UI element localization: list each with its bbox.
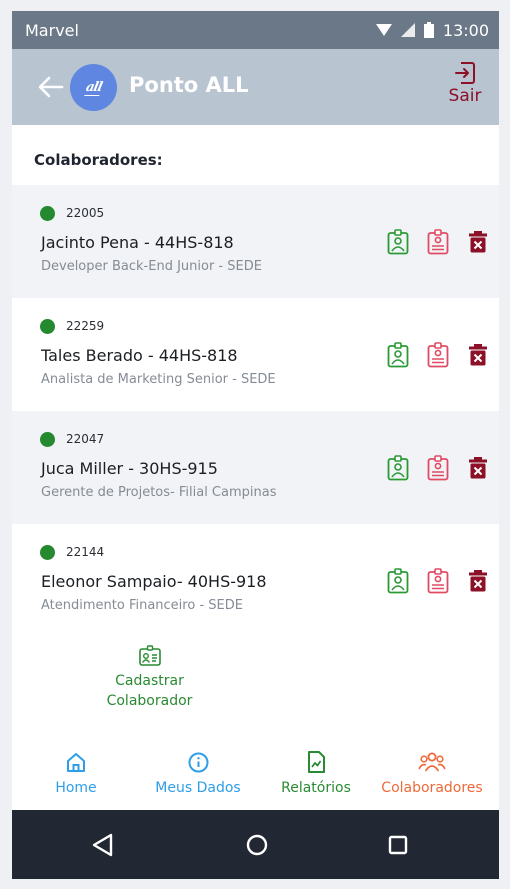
- info-icon: [188, 752, 208, 773]
- row-actions: [387, 229, 489, 255]
- badge-report-icon[interactable]: [427, 229, 449, 255]
- employee-list: 22005 Jacinto Pena - 44HS-818 Developer …: [12, 185, 499, 637]
- row-actions: [387, 455, 489, 481]
- employee-id: 22005: [66, 206, 105, 220]
- row-actions: [387, 568, 489, 594]
- wifi-icon: [375, 24, 392, 36]
- system-navigation-bar: [12, 810, 499, 879]
- phone-screen: Marvel 13:00 all Ponto ALL Sair Colabora…: [12, 11, 499, 879]
- employee-role: Analista de Marketing Senior - SEDE: [41, 372, 276, 387]
- status-bar: Marvel 13:00: [12, 11, 499, 49]
- employee-name: Juca Miller - 30HS-915: [41, 459, 218, 478]
- online-status-dot: [40, 432, 55, 447]
- online-status-dot: [40, 319, 55, 334]
- employee-role: Atendimento Financeiro - SEDE: [41, 598, 243, 613]
- nav-meus-dados-label: Meus Dados: [155, 780, 241, 796]
- id-card-add-icon: [138, 645, 161, 666]
- status-indicators: 13:00: [375, 20, 489, 40]
- bottom-navigation: Home Meus Dados Relatórios Colaboradores: [12, 737, 499, 809]
- employee-name: Tales Berado - 44HS-818: [41, 346, 238, 365]
- online-status-dot: [40, 206, 55, 221]
- app-title: Ponto ALL: [129, 73, 249, 97]
- online-status-dot: [40, 545, 55, 560]
- trash-icon[interactable]: [467, 568, 489, 594]
- logo-text: all: [84, 79, 103, 96]
- badge-edit-icon[interactable]: [387, 342, 409, 368]
- employee-row[interactable]: 22005 Jacinto Pena - 44HS-818 Developer …: [12, 185, 499, 298]
- logout-button[interactable]: Sair: [443, 62, 487, 114]
- row-actions: [387, 342, 489, 368]
- file-chart-icon: [308, 751, 325, 773]
- users-icon: [418, 752, 446, 772]
- employee-id: 22259: [66, 319, 105, 333]
- employee-row[interactable]: 22047 Juca Miller - 30HS-915 Gerente de …: [12, 411, 499, 524]
- nav-home[interactable]: Home: [46, 737, 106, 796]
- home-circle-icon[interactable]: [244, 832, 270, 858]
- employee-role: Developer Back-End Junior - SEDE: [41, 259, 262, 274]
- employee-id: 22047: [66, 432, 105, 446]
- add-collaborator-line1: Cadastrar: [115, 673, 184, 689]
- recents-square-icon[interactable]: [385, 832, 411, 858]
- badge-edit-icon[interactable]: [387, 229, 409, 255]
- badge-report-icon[interactable]: [427, 455, 449, 481]
- badge-report-icon[interactable]: [427, 342, 449, 368]
- signal-icon: [400, 23, 415, 37]
- trash-icon[interactable]: [467, 455, 489, 481]
- trash-icon[interactable]: [467, 229, 489, 255]
- employee-name: Eleonor Sampaio- 40HS-918: [41, 572, 267, 591]
- add-collaborator-line2: Colaborador: [106, 693, 193, 709]
- badge-report-icon[interactable]: [427, 568, 449, 594]
- trash-icon[interactable]: [467, 342, 489, 368]
- battery-icon: [423, 22, 434, 38]
- badge-edit-icon[interactable]: [387, 455, 409, 481]
- employee-id: 22144: [66, 545, 105, 559]
- section-title: Colaboradores:: [34, 151, 163, 169]
- nav-relatorios[interactable]: Relatórios: [276, 737, 356, 796]
- home-icon: [67, 753, 85, 772]
- employee-role: Gerente de Projetos- Filial Campinas: [41, 485, 277, 500]
- badge-edit-icon[interactable]: [387, 568, 409, 594]
- app-bar: all Ponto ALL Sair: [12, 49, 499, 125]
- arrow-left-icon[interactable]: [38, 76, 64, 98]
- nav-relatorios-label: Relatórios: [281, 780, 351, 796]
- employee-row[interactable]: 22259 Tales Berado - 44HS-818 Analista d…: [12, 298, 499, 411]
- clock: 13:00: [442, 20, 489, 40]
- nav-colaboradores-label: Colaboradores: [381, 780, 483, 796]
- employee-row[interactable]: 22144 Eleonor Sampaio- 40HS-918 Atendime…: [12, 524, 499, 637]
- carrier-name: Marvel: [25, 20, 79, 40]
- back-triangle-icon[interactable]: [90, 832, 116, 858]
- nav-home-label: Home: [55, 780, 97, 796]
- employee-name: Jacinto Pena - 44HS-818: [41, 233, 234, 252]
- nav-meus-dados[interactable]: Meus Dados: [150, 737, 246, 796]
- add-collaborator-button[interactable]: Cadastrar Colaborador: [82, 645, 217, 711]
- app-logo: all: [70, 64, 117, 111]
- nav-colaboradores[interactable]: Colaboradores: [376, 737, 488, 796]
- logout-icon: [455, 62, 475, 84]
- logout-label: Sair: [448, 86, 482, 106]
